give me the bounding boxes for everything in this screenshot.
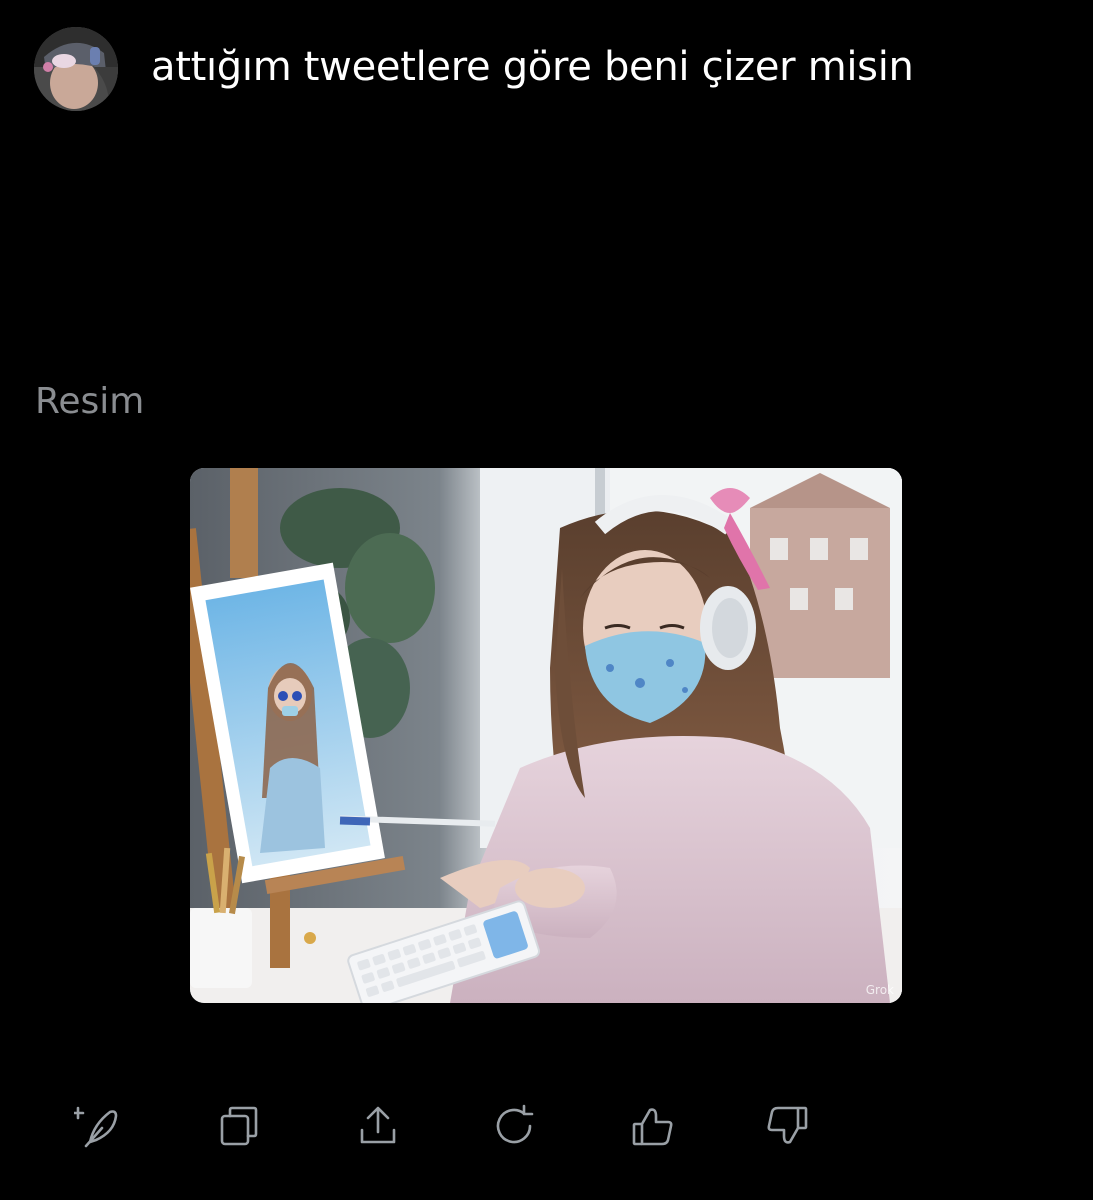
upload-icon[interactable] xyxy=(350,1098,406,1154)
image-watermark: Grok xyxy=(865,983,894,997)
user-avatar[interactable] xyxy=(34,27,118,111)
thumbs-down-icon[interactable] xyxy=(760,1098,816,1154)
action-bar xyxy=(70,1098,830,1154)
refresh-icon[interactable] xyxy=(486,1098,542,1154)
user-prompt-text: attığım tweetlere göre beni çizer misin xyxy=(151,44,914,90)
thumbs-up-icon[interactable] xyxy=(624,1098,680,1154)
generated-image[interactable]: Grok xyxy=(190,468,902,1003)
feather-plus-icon[interactable] xyxy=(70,1098,126,1154)
response-section-label: Resim xyxy=(35,381,145,422)
copy-icon[interactable] xyxy=(212,1098,268,1154)
